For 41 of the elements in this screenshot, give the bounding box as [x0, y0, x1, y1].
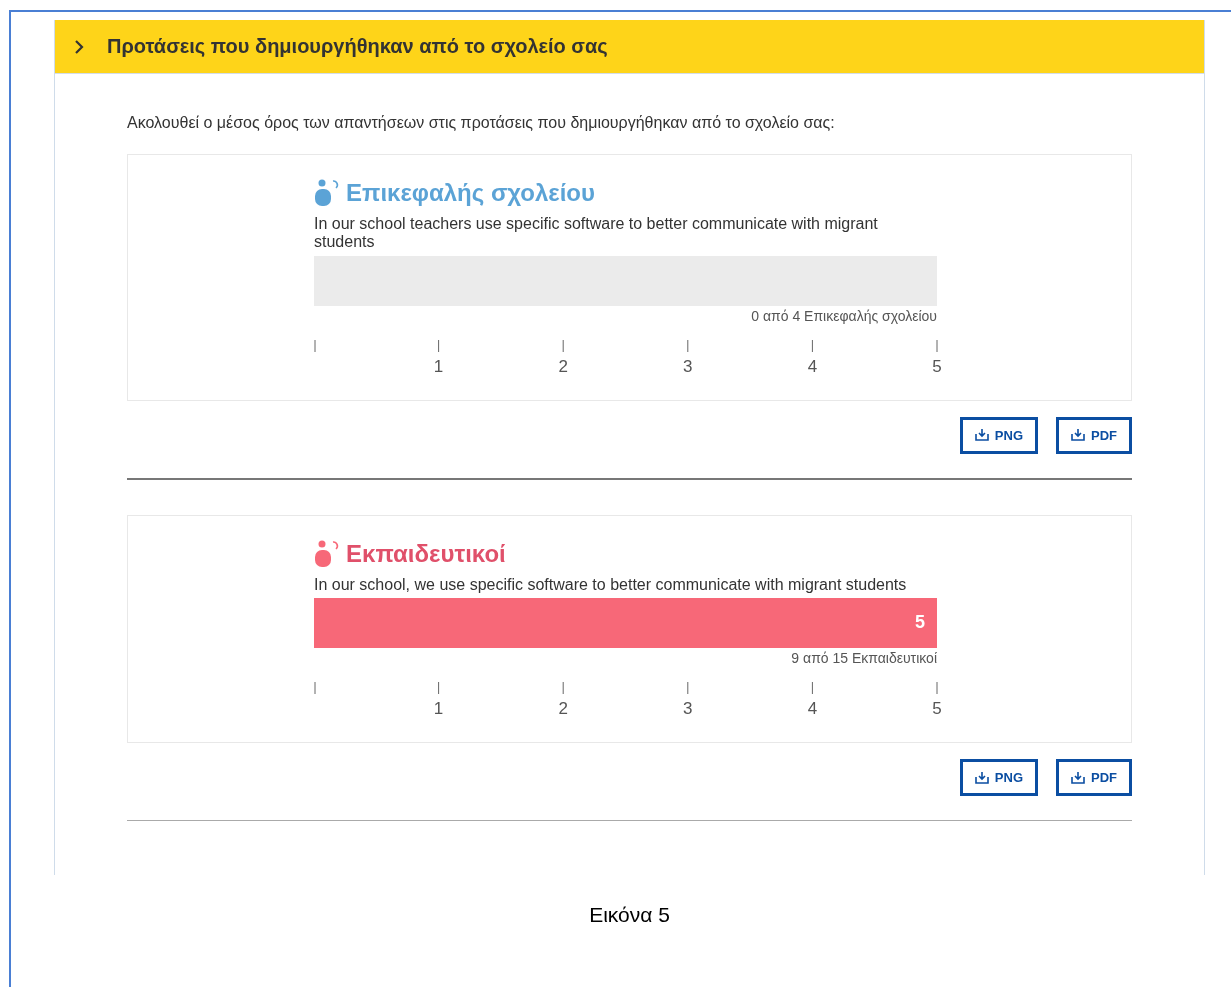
- tick-label: 1: [433, 356, 444, 376]
- bar-value: 5: [915, 612, 925, 634]
- figure-caption: Εικόνα 5: [588, 903, 671, 927]
- download-icon: [1071, 429, 1085, 442]
- axis-tick: [314, 681, 316, 695]
- axis-tick: [438, 681, 440, 695]
- axis-tick: [936, 339, 938, 353]
- axis-tick: [811, 681, 813, 695]
- download-icon: [974, 771, 989, 784]
- axis-tick: [562, 339, 564, 353]
- tick-label: 1: [433, 699, 444, 719]
- question-text: In our school teachers use specific software to better communicate with migrant students: [314, 215, 879, 252]
- axis-tick: [314, 339, 316, 353]
- tick-label: 4: [807, 699, 818, 719]
- tick-label: 5: [932, 699, 942, 719]
- tick-label: 2: [558, 699, 568, 719]
- axis-tick: [438, 339, 440, 353]
- axis-tick: [811, 339, 813, 353]
- download-button[interactable]: PNG: [959, 759, 1038, 797]
- question-text: In our school, we use specific software to better communicate with migrant students: [314, 575, 908, 595]
- respondent-count: 9 από 15 Εκπαιδευτικοί: [790, 650, 937, 667]
- section-title: Προτάσεις που δημιουργήθηκαν από το σχολείο σας: [107, 35, 608, 58]
- download-icon: [1071, 771, 1085, 784]
- tick-label: 3: [683, 699, 693, 719]
- respondent-count: 0 από 4 Επικεφαλής σχολείου: [750, 307, 937, 324]
- tick-label: 5: [932, 356, 942, 376]
- intro-text: Ακολουθεί ο μέσος όρος των απαντήσεων στις προτάσεις που δημιουργήθηκαν από το σχολείο σας:: [127, 114, 836, 132]
- download-button[interactable]: PDF: [1056, 759, 1132, 797]
- download-button[interactable]: PDF: [1056, 416, 1132, 454]
- tick-label: 2: [558, 356, 568, 376]
- group-title: Επικεφαλής σχολείου: [346, 179, 595, 207]
- axis-tick: [562, 681, 564, 695]
- download-icon: [974, 429, 989, 442]
- axis-tick: [687, 339, 689, 353]
- download-button[interactable]: PNG: [959, 416, 1038, 454]
- group-title: Εκπαιδευτικοί: [346, 539, 506, 568]
- section-header[interactable]: Προτάσεις που δημιουργήθηκαν από το σχολείο σας: [55, 20, 1204, 74]
- tick-label: 4: [807, 356, 818, 376]
- tick-label: 3: [683, 356, 693, 376]
- axis-tick: [936, 681, 938, 695]
- axis-tick: [687, 681, 689, 695]
